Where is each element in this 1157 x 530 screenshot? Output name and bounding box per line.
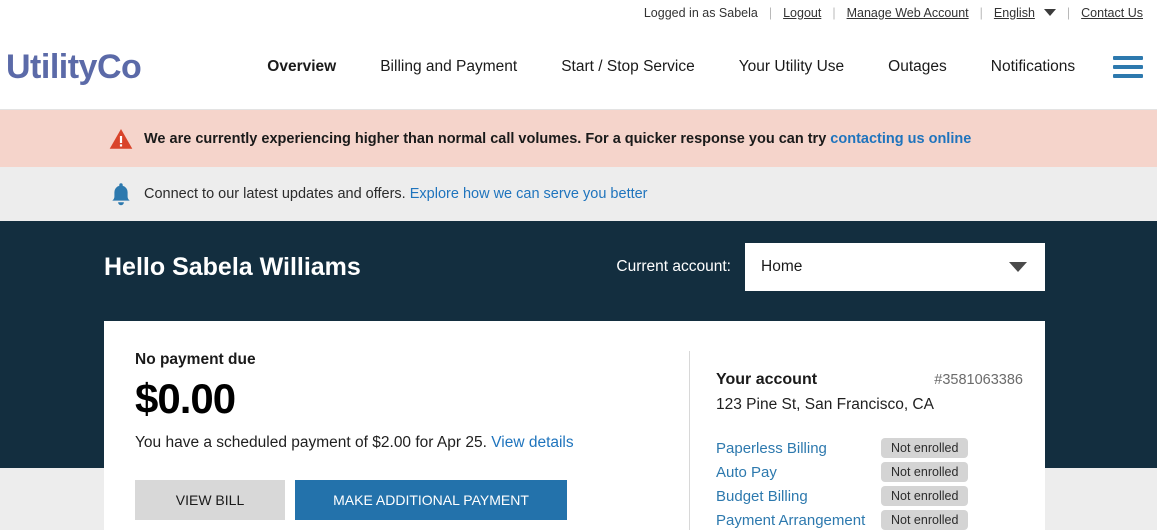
enrollment-link-paperless-billing[interactable]: Paperless Billing	[716, 440, 881, 457]
hero-header-row: Hello Sabela Williams Current account: H…	[0, 221, 1157, 313]
top-utility-bar: Logged in as Sabela | Logout | Manage We…	[0, 0, 1157, 25]
overview-card: No payment due $0.00 You have a schedule…	[104, 321, 1045, 530]
current-account-picker: Current account: Home	[616, 243, 1045, 291]
nav-item-overview[interactable]: Overview	[245, 58, 358, 76]
list-item: Payment Arrangement Not enrolled	[716, 510, 1045, 530]
logged-in-status: Logged in as Sabela	[643, 5, 758, 20]
site-header: UtilityCo Overview Billing and Payment S…	[0, 25, 1157, 110]
contacting-us-online-link[interactable]: contacting us online	[830, 131, 971, 147]
contact-us-link[interactable]: Contact Us	[1081, 6, 1143, 20]
status-badge: Not enrolled	[881, 510, 969, 530]
status-badge: Not enrolled	[881, 462, 969, 482]
info-banner: Connect to our latest updates and offers…	[0, 167, 1157, 221]
separator: |	[832, 5, 836, 20]
nav-item-start-stop-service[interactable]: Start / Stop Service	[539, 58, 717, 76]
manage-web-account-link[interactable]: Manage Web Account	[847, 6, 969, 20]
view-bill-button[interactable]: VIEW BILL	[135, 480, 285, 520]
scheduled-payment-line: You have a scheduled payment of $2.00 fo…	[135, 434, 669, 452]
chevron-down-icon[interactable]	[1009, 262, 1027, 272]
info-banner-text: Connect to our latest updates and offers…	[144, 186, 406, 202]
nav-item-notifications[interactable]: Notifications	[969, 58, 1097, 76]
chevron-down-icon[interactable]	[1043, 9, 1056, 16]
greeting-title: Hello Sabela Williams	[104, 252, 361, 281]
enrollment-link-budget-billing[interactable]: Budget Billing	[716, 488, 881, 505]
account-select-value: Home	[761, 258, 803, 275]
payment-due-label: No payment due	[135, 351, 256, 368]
logout-link[interactable]: Logout	[783, 6, 821, 20]
account-select[interactable]: Home	[745, 243, 1045, 291]
scheduled-payment-text: You have a scheduled payment of $2.00 fo…	[135, 434, 487, 451]
payment-actions: VIEW BILL MAKE ADDITIONAL PAYMENT	[135, 480, 669, 520]
enrollment-link-auto-pay[interactable]: Auto Pay	[716, 464, 881, 481]
alert-banner-text: We are currently experiencing higher tha…	[144, 130, 827, 147]
hamburger-bar	[1113, 56, 1143, 60]
separator: |	[768, 5, 773, 20]
account-address: 123 Pine St, San Francisco, CA	[716, 396, 934, 413]
hero-section: Hello Sabela Williams Current account: H…	[0, 221, 1157, 530]
account-header: Your account #3581063386	[716, 371, 1045, 389]
separator: |	[1066, 5, 1071, 20]
view-details-link[interactable]: View details	[491, 434, 573, 451]
account-details-panel: Your account #3581063386 123 Pine St, Sa…	[689, 351, 1045, 530]
list-item: Paperless Billing Not enrolled	[716, 438, 1045, 458]
language-selector[interactable]: English	[994, 6, 1056, 20]
list-item: Budget Billing Not enrolled	[716, 486, 1045, 506]
enrollment-list: Paperless Billing Not enrolled Auto Pay …	[716, 438, 1045, 530]
separator: |	[979, 5, 983, 20]
alert-banner: We are currently experiencing higher tha…	[0, 110, 1157, 167]
hamburger-bar	[1113, 74, 1143, 78]
explore-offers-link[interactable]: Explore how we can serve you better	[410, 186, 648, 202]
language-label[interactable]: English	[994, 6, 1035, 20]
hamburger-bar	[1113, 65, 1143, 69]
payment-amount: $0.00	[135, 375, 236, 422]
hamburger-menu-icon[interactable]	[1113, 56, 1143, 78]
warning-triangle-icon	[104, 128, 138, 150]
payment-summary-panel: No payment due $0.00 You have a schedule…	[104, 351, 689, 530]
make-additional-payment-button[interactable]: MAKE ADDITIONAL PAYMENT	[295, 480, 567, 520]
status-badge: Not enrolled	[881, 486, 969, 506]
nav-item-your-utility-use[interactable]: Your Utility Use	[717, 58, 866, 76]
brand-logo[interactable]: UtilityCo	[0, 48, 142, 87]
status-badge: Not enrolled	[881, 438, 969, 458]
list-item: Auto Pay Not enrolled	[716, 462, 1045, 482]
nav-item-outages[interactable]: Outages	[866, 58, 969, 76]
current-account-label: Current account:	[616, 258, 731, 275]
account-title: Your account	[716, 371, 818, 388]
bell-icon	[104, 182, 138, 206]
main-navigation: Overview Billing and Payment Start / Sto…	[245, 58, 1097, 76]
enrollment-link-payment-arrangement[interactable]: Payment Arrangement	[716, 512, 881, 529]
nav-item-billing-and-payment[interactable]: Billing and Payment	[358, 58, 539, 76]
account-number: #3581063386	[934, 372, 1023, 388]
